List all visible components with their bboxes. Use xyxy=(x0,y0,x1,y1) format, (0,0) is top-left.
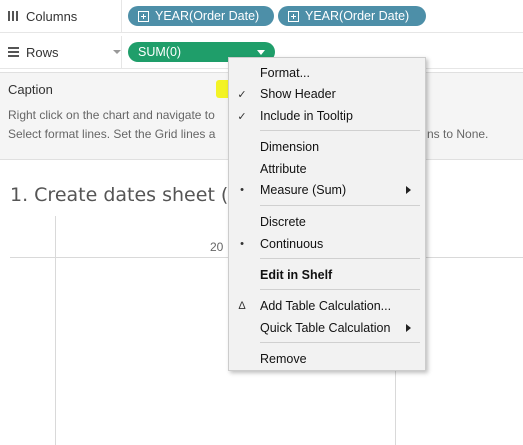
pill-label: SUM(0) xyxy=(138,45,182,59)
year-order-date-pill-2[interactable]: YEAR(Order Date) xyxy=(278,6,426,26)
menu-item-measure-sum[interactable]: • Measure (Sum) xyxy=(229,180,425,200)
pill-label: YEAR(Order Date) xyxy=(305,9,410,23)
chevron-down-icon[interactable] xyxy=(113,50,121,54)
caption-text-line: Select format lines. Set the Grid lines … xyxy=(8,127,216,141)
menu-item-dimension[interactable]: Dimension xyxy=(229,137,425,157)
sheet-title: 1. Create dates sheet (2 xyxy=(10,184,241,206)
caption-text-line-tail: ns to None. xyxy=(427,127,489,141)
menu-separator xyxy=(260,289,420,290)
delta-icon: Δ xyxy=(238,300,246,312)
menu-item-include-in-tooltip[interactable]: ✓ Include in Tooltip xyxy=(229,106,425,126)
caption-text-line: Right click on the chart and navigate to xyxy=(8,108,215,122)
menu-item-continuous[interactable]: • Continuous xyxy=(229,234,425,254)
menu-item-edit-in-shelf[interactable]: Edit in Shelf xyxy=(229,265,425,285)
pill-dropdown-icon[interactable] xyxy=(257,49,265,55)
check-icon: ✓ xyxy=(237,110,247,123)
grid-line xyxy=(55,216,56,445)
menu-item-remove[interactable]: Remove xyxy=(229,349,425,369)
menu-separator xyxy=(260,130,420,131)
submenu-arrow-icon xyxy=(406,186,411,194)
rows-shelf-label: Rows xyxy=(0,36,122,68)
menu-item-add-table-calculation[interactable]: Δ Add Table Calculation... xyxy=(229,296,425,316)
bullet-icon: • xyxy=(240,238,244,250)
expand-plus-icon[interactable] xyxy=(288,10,299,22)
menu-separator xyxy=(260,342,420,343)
expand-plus-icon[interactable] xyxy=(138,10,149,22)
check-icon: ✓ xyxy=(237,88,247,101)
menu-item-discrete[interactable]: Discrete xyxy=(229,212,425,232)
caption-title: Caption xyxy=(8,82,53,97)
menu-separator xyxy=(260,258,420,259)
columns-shelf-label: Columns xyxy=(0,0,122,32)
submenu-arrow-icon xyxy=(406,324,411,332)
pill-label: YEAR(Order Date) xyxy=(155,9,260,23)
rows-icon xyxy=(0,46,26,58)
year-order-date-pill-1[interactable]: YEAR(Order Date) xyxy=(128,6,274,26)
rows-label: Rows xyxy=(26,44,59,60)
menu-item-quick-table-calculation[interactable]: Quick Table Calculation xyxy=(229,318,425,338)
columns-shelf: Columns YEAR(Order Date) YEAR(Order Date… xyxy=(0,0,523,33)
menu-item-show-header[interactable]: ✓ Show Header xyxy=(229,84,425,104)
pill-context-menu: Format... ✓ Show Header ✓ Include in Too… xyxy=(228,57,426,371)
columns-icon xyxy=(0,10,26,22)
menu-separator xyxy=(260,205,420,206)
menu-item-format[interactable]: Format... xyxy=(229,63,425,83)
menu-item-attribute[interactable]: Attribute xyxy=(229,159,425,179)
bullet-icon: • xyxy=(240,184,244,196)
columns-label: Columns xyxy=(26,8,78,24)
column-header-label: 20 xyxy=(210,240,224,254)
